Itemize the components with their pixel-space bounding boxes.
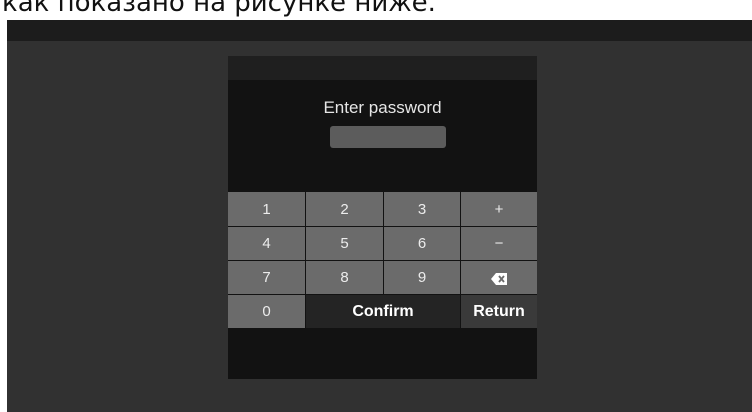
key-3[interactable]: 3 — [384, 192, 460, 226]
key-4[interactable]: 4 — [228, 227, 305, 260]
caption-strip: как показано на рисунке ниже. — [0, 0, 752, 20]
dialog-header — [228, 56, 537, 80]
screen-top-bar — [7, 20, 752, 41]
caption-text: как показано на рисунке ниже. — [2, 0, 436, 18]
key-2[interactable]: 2 — [306, 192, 383, 226]
key-6[interactable]: 6 — [384, 227, 460, 260]
return-button[interactable]: Return — [461, 295, 537, 328]
password-prompt: Enter password — [323, 98, 442, 117]
numeric-keypad: 1 2 3 + 4 5 6 − 7 8 9 0 Confirm Return — [228, 192, 537, 328]
confirm-button[interactable]: Confirm — [306, 295, 460, 328]
tv-screen: Enter password 1 2 3 + 4 5 6 − 7 8 9 0 C… — [7, 20, 752, 412]
password-dialog: Enter password 1 2 3 + 4 5 6 − 7 8 9 0 C… — [228, 56, 537, 379]
key-backspace[interactable] — [461, 261, 537, 294]
key-plus[interactable]: + — [461, 192, 537, 226]
key-minus[interactable]: − — [461, 227, 537, 260]
key-9[interactable]: 9 — [384, 261, 460, 294]
key-8[interactable]: 8 — [306, 261, 383, 294]
backspace-icon — [491, 272, 507, 285]
key-1[interactable]: 1 — [228, 192, 305, 226]
key-7[interactable]: 7 — [228, 261, 305, 294]
key-0[interactable]: 0 — [228, 295, 305, 328]
key-5[interactable]: 5 — [306, 227, 383, 260]
password-field[interactable] — [330, 126, 446, 148]
